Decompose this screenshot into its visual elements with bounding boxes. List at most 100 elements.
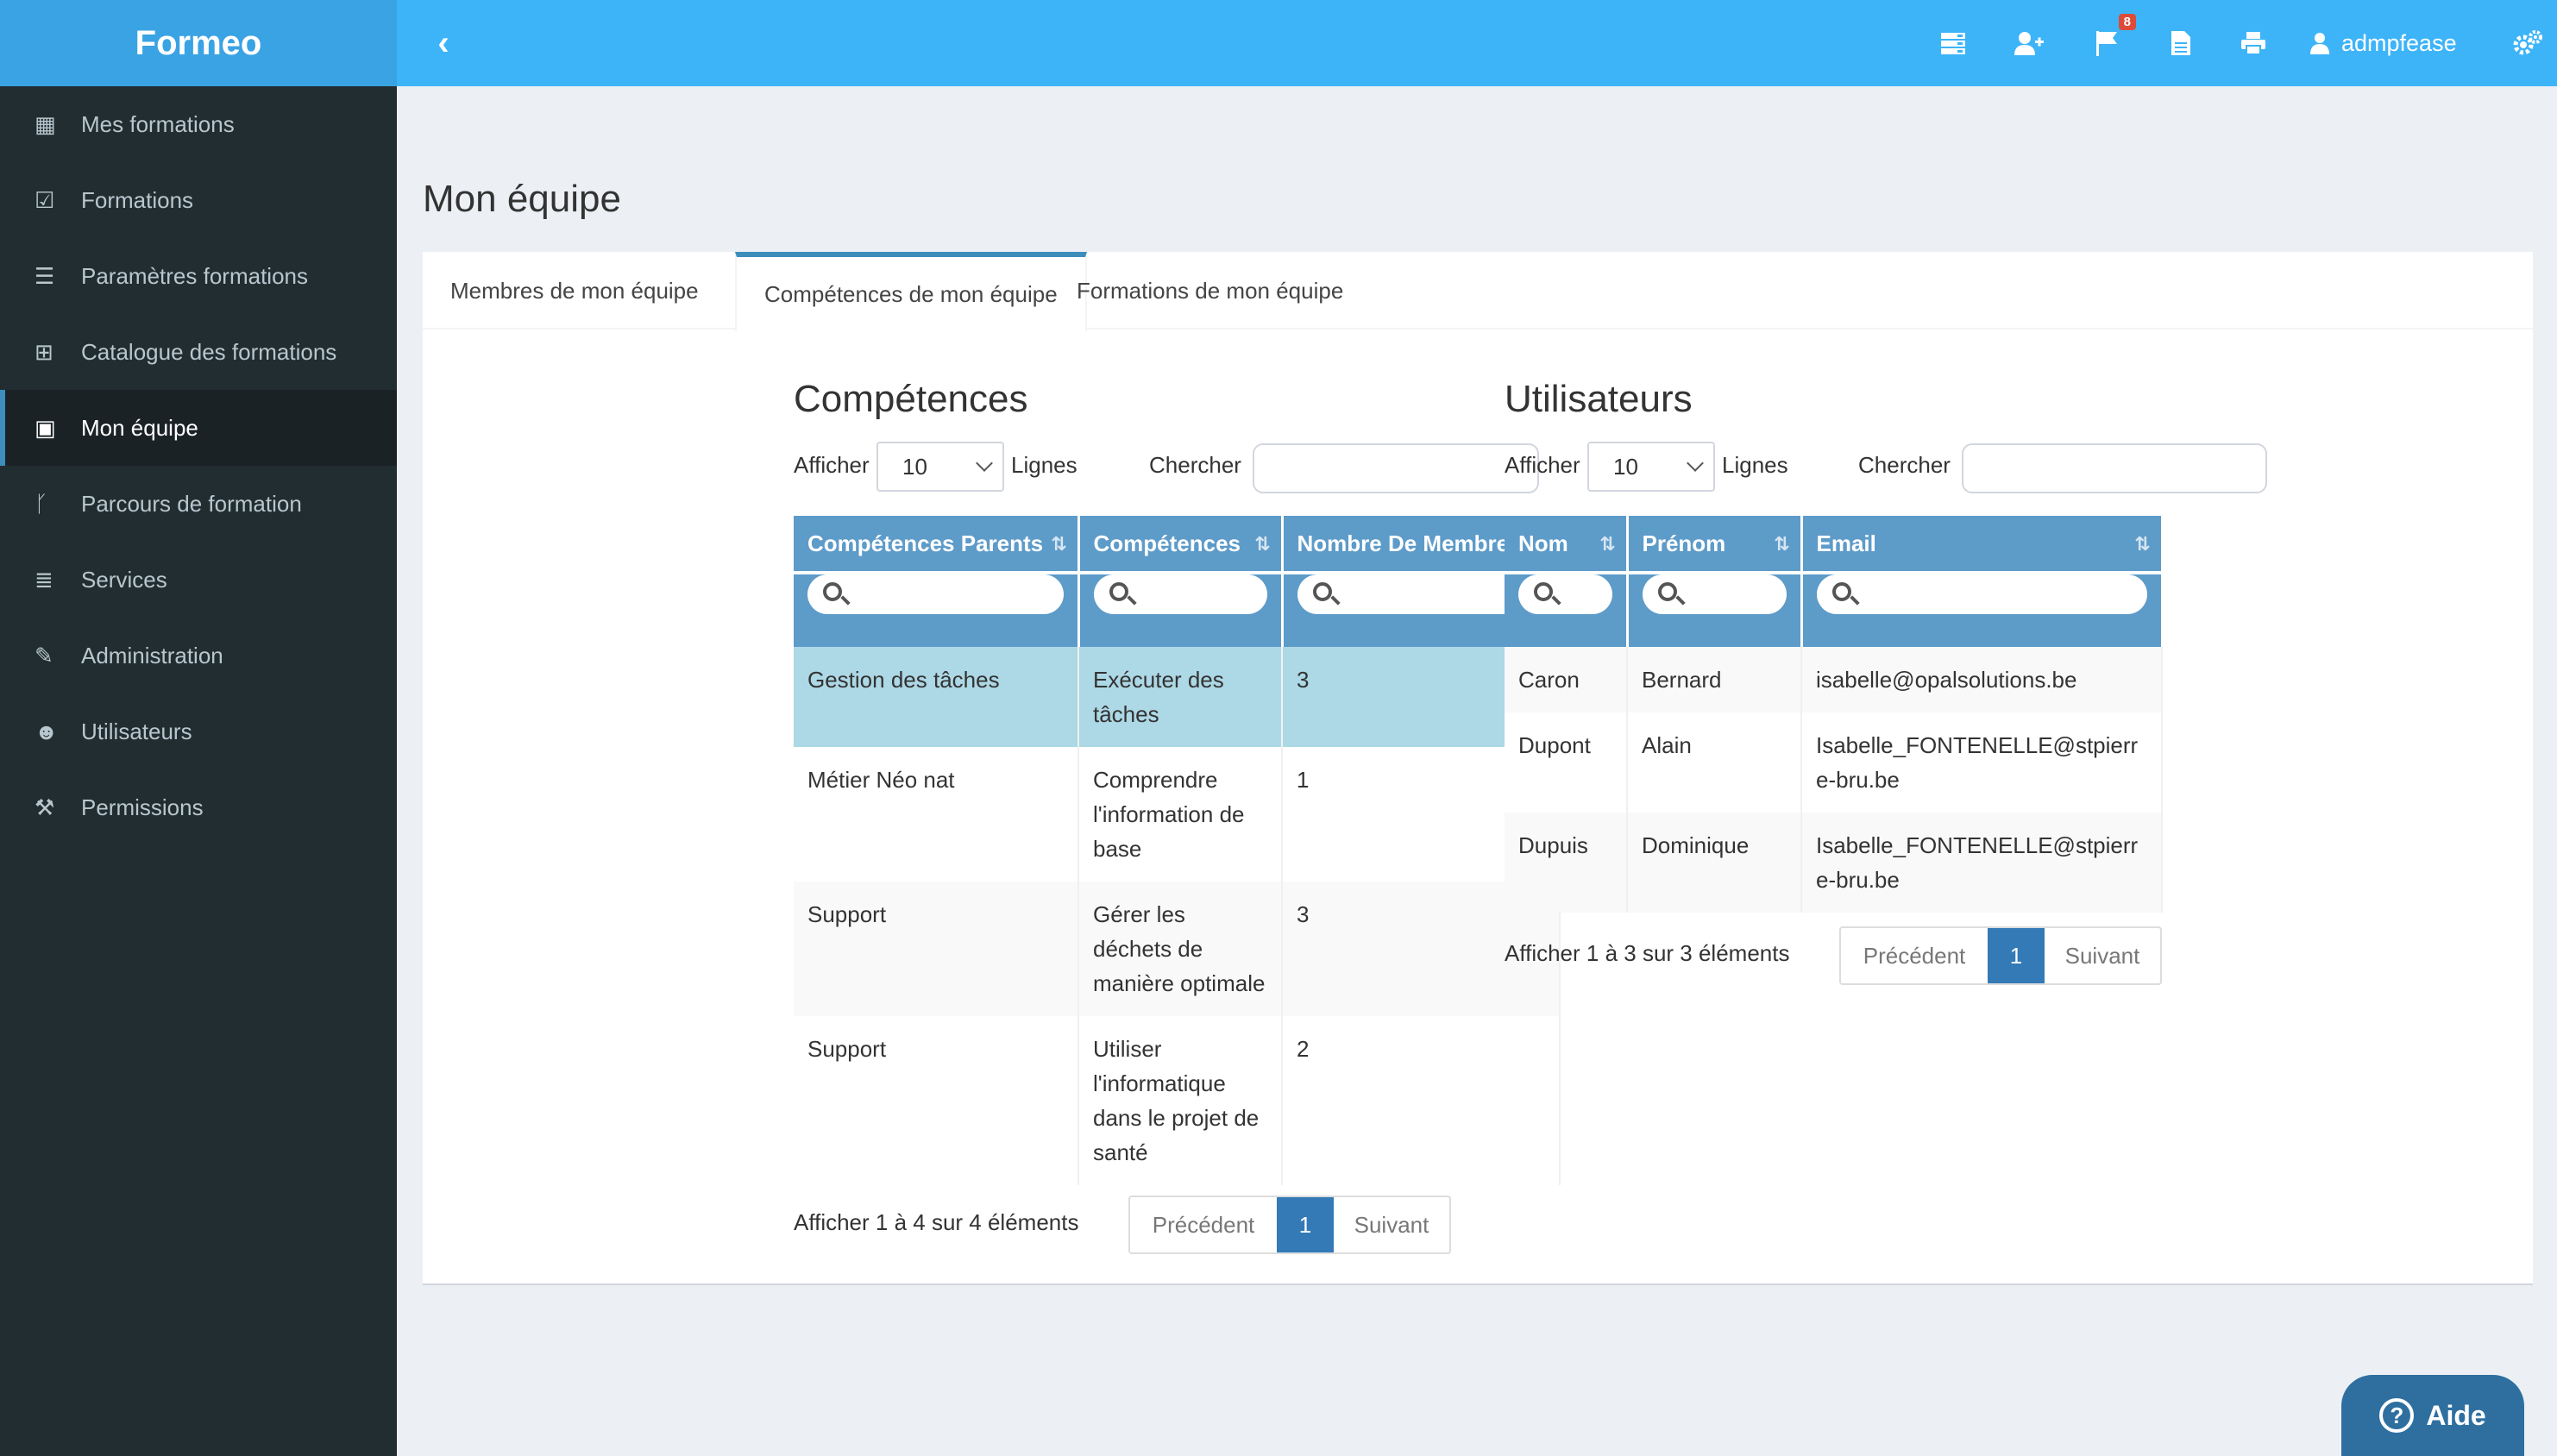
calendar-check-icon: ☑ [35, 186, 55, 213]
file-icon[interactable] [2162, 24, 2200, 62]
help-button[interactable]: ? Aide [2341, 1375, 2524, 1456]
utilisateurs-page-size-select[interactable]: 10 [1587, 442, 1715, 492]
sidebar-item-label: Services [81, 566, 167, 593]
utilisateurs-search-input[interactable] [1962, 443, 2267, 493]
sidebar: Formeo ▦ Mes formations ☑ Formations ☰ P… [0, 0, 397, 1456]
filter-input-nom[interactable] [1518, 574, 1612, 614]
table-row[interactable]: Support Gérer les déchets de manière opt… [794, 882, 1561, 1016]
competences-table-info: Afficher 1 à 4 sur 4 éléments [794, 1209, 1079, 1235]
flag-icon[interactable]: 8 [2088, 14, 2136, 62]
sort-icon: ⇅ [1774, 533, 1790, 555]
cogs-icon[interactable] [2509, 24, 2547, 62]
competences-search-input[interactable] [1253, 443, 1539, 493]
utilisateurs-table-info: Afficher 1 à 3 sur 3 éléments [1505, 940, 1790, 966]
user-icon [2310, 33, 2329, 54]
filter-cell [794, 571, 1080, 647]
column-header-competences-parents[interactable]: Compétences Parents ⇅ [794, 516, 1080, 573]
tab-membres[interactable]: Membres de mon équipe [423, 252, 726, 329]
chevron-down-icon [976, 455, 993, 472]
column-header-email[interactable]: Email ⇅ [1801, 516, 2164, 573]
sidebar-item-label: Mon équipe [81, 414, 198, 441]
sidebar-item-label: Administration [81, 642, 223, 668]
sidebar-item-utilisateurs[interactable]: ☻ Utilisateurs [0, 693, 397, 769]
column-header-prenom[interactable]: Prénom ⇅ [1627, 516, 1803, 573]
table-row[interactable]: Caron Bernard isabelle@opalsolutions.be [1505, 647, 2163, 712]
sidebar-item-formations[interactable]: ☑ Formations [0, 162, 397, 238]
filter-cell [1627, 571, 1803, 647]
sidebar-item-parametres-formations[interactable]: ☰ Paramètres formations [0, 238, 397, 314]
table-row[interactable]: Support Utiliser l'informatique dans le … [794, 1016, 1561, 1185]
tab-formations[interactable]: Formations de mon équipe [1049, 252, 1371, 329]
filter-input-prenom[interactable] [1642, 574, 1787, 614]
cell-competence: Exécuter des tâches [1078, 647, 1283, 747]
table-row[interactable]: Dupont Alain Isabelle_FONTENELLE@stpierr… [1505, 712, 2163, 813]
page-size-value: 10 [1613, 453, 1638, 480]
competences-search-label: Chercher [1149, 452, 1241, 478]
cell-competence: Utiliser l'informatique dans le projet d… [1078, 1016, 1283, 1185]
table-row[interactable]: Métier Néo nat Comprendre l'information … [794, 747, 1561, 882]
tab-panel: Membres de mon équipe Compétences de mon… [423, 252, 2533, 1285]
filter-cell [1505, 571, 1629, 647]
help-label: Aide [2426, 1399, 2486, 1431]
filter-input-competences[interactable] [1093, 574, 1267, 614]
sidebar-item-label: Parcours de formation [81, 490, 302, 517]
brand-logo[interactable]: Formeo [0, 0, 397, 86]
page-size-value: 10 [902, 453, 927, 480]
competences-title: Compétences [794, 378, 1028, 420]
sidebar-item-catalogue-formations[interactable]: ⊞ Catalogue des formations [0, 314, 397, 390]
pagination-prev-button[interactable]: Précédent [1130, 1197, 1277, 1252]
cell-parent: Support [794, 1016, 1079, 1185]
question-circle-icon: ? [2379, 1398, 2415, 1433]
top-navbar: ‹ 8 admpfease [397, 0, 2557, 86]
sidebar-toggle-chevron-left-icon[interactable]: ‹ [423, 22, 464, 64]
filter-input-email[interactable] [1816, 574, 2147, 614]
sidebar-item-permissions[interactable]: ⚒ Permissions [0, 769, 397, 845]
calendar-plus-icon: ⊞ [35, 338, 53, 365]
chevron-down-icon [1687, 455, 1704, 472]
competences-table: Compétences Parents ⇅ Compétences ⇅ Nombre… [794, 516, 1561, 1185]
cell-prenom: Dominique [1627, 813, 1802, 913]
cell-parent: Métier Néo nat [794, 747, 1079, 882]
column-label: Prénom [1642, 530, 1726, 556]
print-icon[interactable] [2234, 24, 2272, 62]
column-header-competences[interactable]: Compétences ⇅ [1078, 516, 1284, 573]
sort-desc-icon: ⇅ [1051, 533, 1067, 555]
pagination-page-button[interactable]: 1 [1988, 928, 2045, 983]
server-icon[interactable] [1934, 24, 1972, 62]
filter-input-parents[interactable] [807, 574, 1064, 614]
pagination-next-button[interactable]: Suivant [1334, 1197, 1449, 1252]
cell-prenom: Alain [1627, 712, 1802, 813]
column-header-nom[interactable]: Nom ⇅ [1505, 516, 1629, 573]
cell-parent: Support [794, 882, 1079, 1016]
filter-cell [1078, 571, 1284, 647]
user-menu[interactable]: admpfease [2310, 24, 2457, 62]
sidebar-item-label: Utilisateurs [81, 718, 192, 744]
table-row[interactable]: Gestion des tâches Exécuter des tâches 3 [794, 647, 1561, 747]
user-plus-icon[interactable] [2010, 24, 2048, 62]
cell-email: Isabelle_FONTENELLE@stpierre-bru.be [1801, 712, 2163, 813]
pagination-prev-button[interactable]: Précédent [1841, 928, 1988, 983]
competences-page-size-select[interactable]: 10 [876, 442, 1004, 492]
calendar-icon: ▦ [35, 110, 56, 137]
sidebar-item-services[interactable]: ≣ Services [0, 542, 397, 618]
sidebar-item-parcours-formation[interactable]: ᚴ Parcours de formation [0, 466, 397, 542]
cell-competence: Comprendre l'information de base [1078, 747, 1283, 882]
tabs-bar: Membres de mon équipe Compétences de mon… [423, 252, 2533, 331]
column-label: Nombre De Membres [1297, 530, 1522, 556]
cell-email: isabelle@opalsolutions.be [1801, 647, 2163, 712]
sidebar-item-administration[interactable]: ✎ Administration [0, 618, 397, 693]
sidebar-item-mon-equipe[interactable]: ▣ Mon équipe [0, 390, 397, 466]
search-icon [1657, 582, 1677, 601]
table-row[interactable]: Dupuis Dominique Isabelle_FONTENELLE@stp… [1505, 813, 2163, 913]
cell-nom: Dupont [1505, 712, 1628, 813]
search-icon [1831, 582, 1851, 601]
sliders-icon: ☰ [35, 262, 55, 289]
sidebar-item-mes-formations[interactable]: ▦ Mes formations [0, 86, 397, 162]
pagination-next-button[interactable]: Suivant [2045, 928, 2160, 983]
pagination-page-button[interactable]: 1 [1277, 1197, 1334, 1252]
column-label: Nom [1518, 530, 1568, 556]
username: admpfease [2341, 29, 2457, 56]
competences-lines-label: Lignes [1011, 452, 1077, 478]
cell-parent: Gestion des tâches [794, 647, 1079, 747]
tab-competences[interactable]: Compétences de mon équipe [735, 252, 1087, 331]
